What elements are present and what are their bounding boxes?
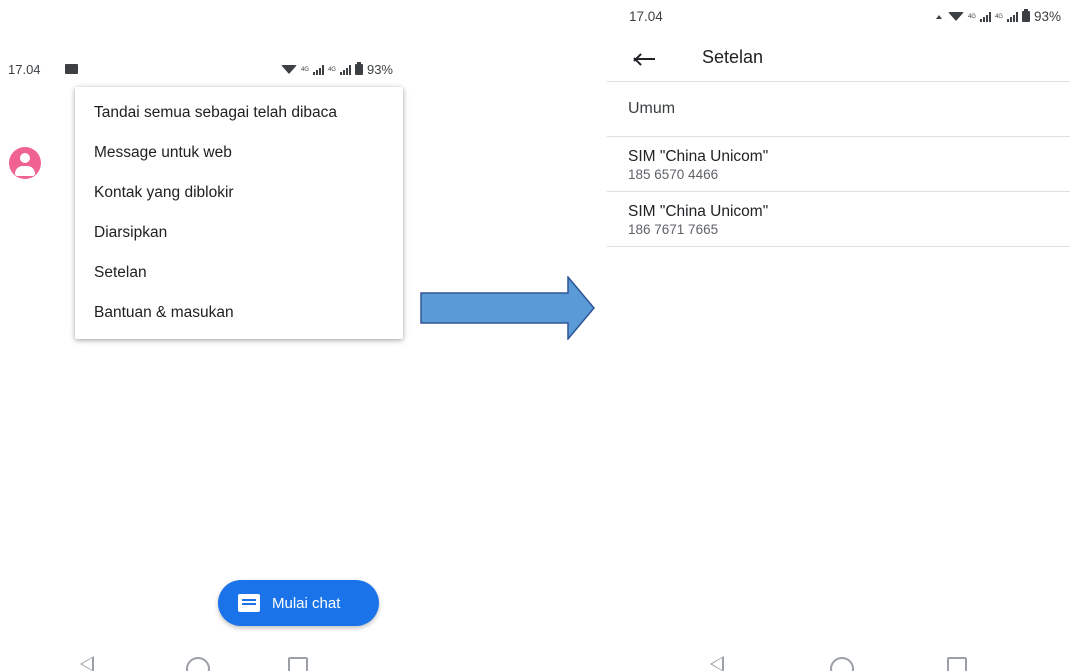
upload-icon bbox=[935, 14, 942, 19]
start-chat-label: Mulai chat bbox=[272, 594, 341, 612]
battery-percent: 93% bbox=[366, 62, 393, 77]
start-chat-button[interactable]: Mulai chat bbox=[218, 580, 379, 626]
arrow-left-icon[interactable] bbox=[633, 49, 657, 69]
menu-item-help-feedback[interactable]: Bantuan & masukan bbox=[75, 293, 403, 333]
signal-icon bbox=[312, 64, 324, 75]
contact-avatar-icon[interactable] bbox=[9, 147, 41, 179]
network-label-2: 4G bbox=[327, 66, 336, 73]
status-icons: 4G 4G 93% bbox=[935, 9, 1061, 24]
settings-sim-row[interactable]: SIM "China Unicom" 185 6570 4466 bbox=[607, 137, 1070, 192]
home-icon[interactable] bbox=[186, 657, 210, 671]
general-title: Umum bbox=[628, 100, 676, 117]
app-bar: Setelan bbox=[607, 38, 1070, 82]
left-screen: 17.04 4G 4G 93% Tandai semua sebagai tel… bbox=[0, 0, 410, 671]
chat-icon bbox=[238, 594, 260, 612]
battery-icon bbox=[354, 62, 363, 75]
settings-general-row[interactable]: Umum bbox=[607, 83, 1070, 137]
status-bar: 17.04 4G 4G 93% bbox=[8, 62, 393, 78]
menu-item-blocked-contacts[interactable]: Kontak yang diblokir bbox=[75, 173, 403, 213]
sim-number: 186 7671 7665 bbox=[628, 222, 719, 237]
signal-icon-2 bbox=[339, 64, 351, 75]
transition-arrow-icon bbox=[420, 276, 595, 340]
status-icons: 4G 4G 93% bbox=[280, 62, 393, 77]
status-bar: 17.04 4G 4G 93% bbox=[629, 9, 1061, 25]
back-icon[interactable] bbox=[80, 656, 94, 671]
signal-icon-2 bbox=[1006, 11, 1018, 22]
status-time: 17.04 bbox=[8, 62, 41, 77]
settings-sim-row[interactable]: SIM "China Unicom" 186 7671 7665 bbox=[607, 192, 1070, 247]
network-label-2: 4G bbox=[994, 13, 1003, 20]
navigation-bar bbox=[80, 653, 310, 671]
sim-title: SIM "China Unicom" bbox=[628, 203, 769, 220]
signal-icon bbox=[979, 11, 991, 22]
navigation-bar bbox=[710, 653, 970, 671]
recents-icon[interactable] bbox=[288, 657, 308, 671]
overflow-menu: Tandai semua sebagai telah dibaca Messag… bbox=[75, 87, 403, 339]
battery-icon bbox=[1021, 9, 1030, 22]
menu-item-archived[interactable]: Diarsipkan bbox=[75, 213, 403, 253]
wifi-icon bbox=[947, 12, 964, 21]
home-icon[interactable] bbox=[830, 657, 854, 671]
gallery-icon bbox=[65, 64, 78, 74]
recents-icon[interactable] bbox=[947, 657, 967, 671]
menu-item-mark-all-read[interactable]: Tandai semua sebagai telah dibaca bbox=[75, 93, 403, 133]
sim-title: SIM "China Unicom" bbox=[628, 148, 769, 165]
network-label: 4G bbox=[300, 66, 309, 73]
menu-item-messages-for-web[interactable]: Message untuk web bbox=[75, 133, 403, 173]
right-screen: 17.04 4G 4G 93% Setelan Umum SIM "China … bbox=[607, 0, 1070, 671]
network-label: 4G bbox=[967, 13, 976, 20]
menu-item-settings[interactable]: Setelan bbox=[75, 253, 403, 293]
back-icon[interactable] bbox=[710, 656, 724, 671]
battery-percent: 93% bbox=[1033, 9, 1061, 24]
page-title: Setelan bbox=[702, 47, 764, 67]
status-time: 17.04 bbox=[629, 9, 663, 24]
sim-number: 185 6570 4466 bbox=[628, 167, 719, 182]
wifi-icon bbox=[280, 65, 297, 74]
